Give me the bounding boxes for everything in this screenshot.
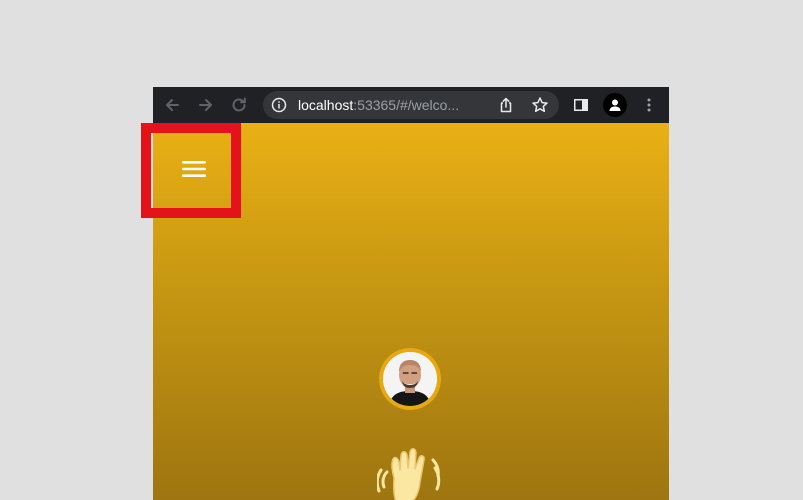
browser-menu-button[interactable] xyxy=(637,93,661,117)
url-path: :53365/#/welco... xyxy=(353,97,460,113)
browser-window: localhost:53365/#/welco... xyxy=(153,87,669,500)
arrow-right-icon xyxy=(199,99,212,111)
url-host: localhost xyxy=(298,97,354,113)
back-button[interactable] xyxy=(160,93,184,117)
waving-hand-icon xyxy=(377,448,441,500)
reload-icon xyxy=(232,97,246,112)
info-icon[interactable] xyxy=(271,97,287,113)
reload-button[interactable] xyxy=(227,93,251,117)
profile-photo xyxy=(383,352,437,406)
menu-button[interactable] xyxy=(179,157,209,181)
arrow-left-icon xyxy=(166,99,179,111)
browser-toolbar: localhost:53365/#/welco... xyxy=(153,87,669,123)
profile-button[interactable] xyxy=(603,93,627,117)
star-icon[interactable] xyxy=(531,96,549,114)
avatar xyxy=(379,348,441,410)
forward-button[interactable] xyxy=(194,93,218,117)
user-icon xyxy=(609,99,621,111)
side-panel-icon xyxy=(574,99,588,111)
url-text[interactable]: localhost:53365/#/welco... xyxy=(298,91,488,119)
address-bar[interactable]: localhost:53365/#/welco... xyxy=(263,91,559,119)
kebab-menu-icon xyxy=(647,98,651,112)
share-icon[interactable] xyxy=(497,96,515,114)
page-viewport xyxy=(153,123,669,500)
hamburger-menu-icon xyxy=(182,161,206,177)
side-panel-button[interactable] xyxy=(569,93,593,117)
